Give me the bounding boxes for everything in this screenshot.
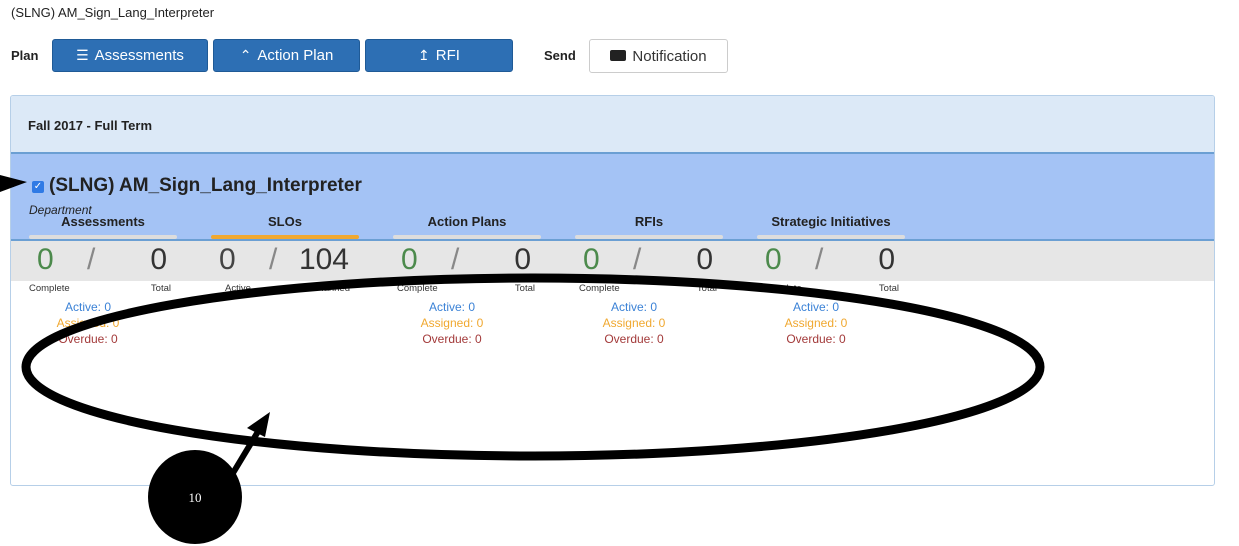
callout-arrow-head bbox=[247, 412, 270, 437]
highlight-ellipse bbox=[21, 273, 1045, 461]
pointer-arrow-left-shaft bbox=[0, 180, 14, 187]
annotation-overlay: 10 bbox=[0, 175, 1045, 544]
callout-number: 10 bbox=[189, 490, 202, 505]
